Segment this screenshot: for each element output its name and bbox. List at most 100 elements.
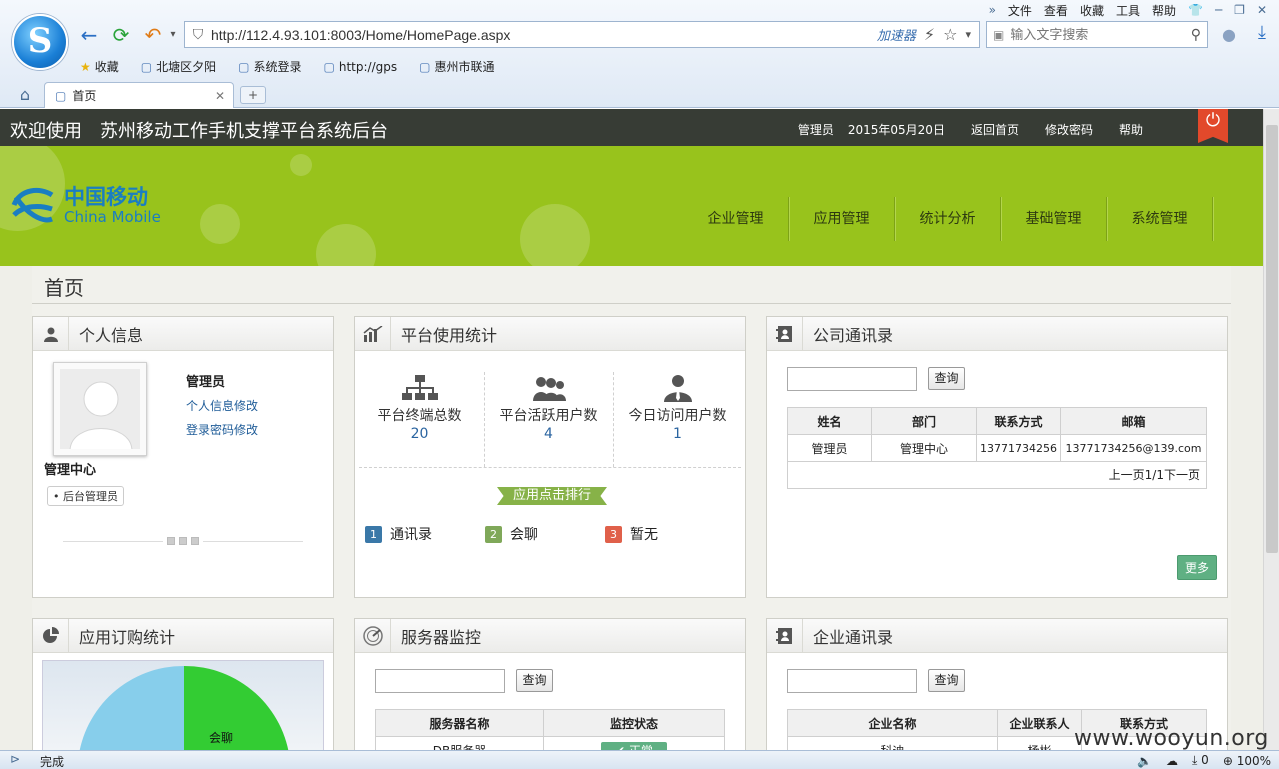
skin-icon[interactable]: 👕 [1188, 3, 1203, 17]
menu-favorites[interactable]: 收藏 [1080, 2, 1104, 19]
scrollbar-thumb[interactable] [1266, 125, 1278, 553]
company-contacts-query-button[interactable]: 查询 [928, 367, 965, 390]
panel-title: 平台使用统计 [401, 325, 498, 345]
subscription-pie-chart: 会聊 [42, 660, 324, 750]
menu-help[interactable]: 帮助 [1152, 2, 1176, 19]
close-tab-icon[interactable]: ✕ [215, 89, 225, 103]
panel-subscription-stats: 应用订购统计 会聊 [32, 618, 334, 750]
rank-item-1[interactable]: 1 通讯录 [365, 524, 432, 544]
china-mobile-logo-icon [11, 187, 54, 223]
server-query-button[interactable]: 查询 [516, 669, 553, 692]
menu-file[interactable]: 文件 [1008, 2, 1032, 19]
page-icon: ▢ [323, 59, 335, 74]
link-edit-login-password[interactable]: 登录密码修改 [186, 421, 258, 438]
stat-today-visitors: 今日访问用户数 1 [613, 373, 742, 442]
menu-tools[interactable]: 工具 [1116, 2, 1140, 19]
nav-statistics[interactable]: 统计分析 [895, 197, 1001, 241]
nav-system[interactable]: 系统管理 [1107, 197, 1213, 241]
user-icon [33, 317, 69, 350]
bookmark-item[interactable]: ▢ 北塘区夕阳 [141, 58, 216, 75]
browser-chrome: S » 文件 查看 收藏 工具 帮助 👕 ─ ❐ ✕ ← ⟳ ↶ ▾ ⛉ htt… [0, 0, 1279, 108]
panel-title: 应用订购统计 [79, 627, 176, 647]
zoom-level[interactable]: ⊕ 100% [1223, 754, 1271, 768]
download-count[interactable]: ⤓ 0 [1192, 753, 1209, 768]
home-icon[interactable]: ⌂ [14, 84, 36, 106]
current-user: 管理员 [797, 123, 834, 137]
table-row[interactable]: 管理员 管理中心 13771734256 13771734256@139.com [787, 434, 1207, 462]
browser-statusbar: ⊳ 完成 🔈 ☁ ⤓ 0 ⊕ 100% [0, 750, 1279, 769]
bookmarks-bar: ★ 收藏 ▢ 北塘区夕阳 ▢ 系统登录 ▢ http://gps ▢ 惠州市联通 [80, 58, 494, 75]
enterprise-search-input[interactable] [787, 669, 917, 693]
logout-power-icon[interactable]: ⏻ [1198, 109, 1228, 143]
volume-icon[interactable]: 🔈 [1137, 754, 1152, 768]
link-help[interactable]: 帮助 [1119, 121, 1143, 138]
default-avatar-icon [69, 381, 133, 449]
nav-basic[interactable]: 基础管理 [1001, 197, 1107, 241]
site-topbar: 欢迎使用 苏州移动工作手机支撑平台系统后台 管理员 2015年05月20日 返回… [0, 109, 1263, 146]
menu-expand-icon[interactable]: » [989, 3, 996, 17]
search-engine-icon[interactable]: ▣ [993, 28, 1004, 42]
download-icon[interactable]: ⤓ [1251, 22, 1273, 44]
panel-company-contacts: 公司通讯录 查询 姓名 部门 联系方式 邮箱 管理员 管理中心 13771734… [766, 316, 1228, 598]
pager-dot[interactable] [191, 537, 199, 545]
pie-label: 会聊 [209, 731, 234, 745]
more-button[interactable]: 更多 [1177, 555, 1217, 580]
rank-item-3[interactable]: 3 暂无 [605, 524, 658, 544]
pie-slice-huiliao [184, 665, 289, 750]
link-return-home[interactable]: 返回首页 [971, 121, 1019, 138]
bookmark-item[interactable]: ▢ 系统登录 [238, 58, 301, 75]
link-change-password[interactable]: 修改密码 [1045, 121, 1093, 138]
bookmark-item[interactable]: ▢ 惠州市联通 [419, 58, 494, 75]
lightning-icon[interactable]: ⚡ [924, 25, 935, 44]
stat-total-terminals: 平台终端总数 20 [355, 373, 484, 442]
address-dropdown-icon[interactable]: ▾ [965, 28, 971, 41]
sidebar-toggle-icon[interactable]: ⊳ [10, 752, 20, 766]
chart-icon [355, 317, 391, 350]
undo-icon[interactable]: ↶ [142, 24, 164, 46]
rank-item-2[interactable]: 2 会聊 [485, 524, 538, 544]
profile-name: 管理员 [186, 375, 226, 390]
page-viewport: 欢迎使用 苏州移动工作手机支撑平台系统后台 管理员 2015年05月20日 返回… [0, 109, 1263, 750]
user-suit-icon [613, 373, 742, 403]
company-contacts-pager[interactable]: 上一页1/1下一页 [787, 462, 1207, 489]
minimize-icon[interactable]: ─ [1215, 3, 1222, 17]
address-bar[interactable]: ⛉ http://112.4.93.101:8003/Home/HomePage… [184, 21, 980, 48]
radar-icon [355, 619, 391, 652]
logo-en: China Mobile [64, 208, 161, 226]
tab-homepage[interactable]: ▢ 首页 ✕ [44, 82, 234, 108]
bookmark-item[interactable]: ▢ http://gps [324, 60, 398, 74]
nav-enterprise[interactable]: 企业管理 [683, 197, 789, 241]
cloud-icon[interactable]: ☁ [1166, 754, 1178, 768]
server-search-input[interactable] [375, 669, 505, 693]
pie-slice-other [79, 665, 184, 750]
nav-applications[interactable]: 应用管理 [789, 197, 895, 241]
security-shield-icon: ⛉ [192, 26, 204, 43]
restore-icon[interactable]: ❐ [1234, 3, 1245, 17]
search-input[interactable] [1010, 27, 1191, 42]
current-date: 2015年05月20日 [847, 123, 945, 137]
table-row[interactable]: DB服务器 ✔ 正常 [375, 736, 725, 750]
company-contacts-search-input[interactable] [787, 367, 917, 391]
search-icon[interactable]: ⚲ [1191, 27, 1201, 43]
refresh-icon[interactable]: ⟳ [110, 24, 132, 46]
new-tab-button[interactable]: + [240, 86, 266, 104]
enterprise-query-button[interactable]: 查询 [928, 669, 965, 692]
bookmark-favorites[interactable]: ★ 收藏 [80, 58, 119, 75]
star-icon[interactable]: ☆ [943, 25, 957, 44]
close-window-icon[interactable]: ✕ [1257, 3, 1267, 17]
back-icon[interactable]: ← [78, 24, 100, 46]
more-options-icon[interactable]: ● [1218, 24, 1240, 46]
accelerator-button[interactable]: 加速器 [877, 25, 916, 44]
vertical-scrollbar[interactable] [1263, 109, 1279, 750]
server-table: 服务器名称 监控状态 DB服务器 ✔ 正常 [375, 709, 725, 750]
menu-view[interactable]: 查看 [1044, 2, 1068, 19]
undo-dropdown-icon[interactable]: ▾ [162, 24, 184, 46]
address-url[interactable]: http://112.4.93.101:8003/Home/HomePage.a… [211, 27, 877, 43]
org-tree-icon [355, 373, 484, 403]
link-edit-profile[interactable]: 个人信息修改 [186, 397, 258, 414]
browser-logo-icon: S [12, 14, 68, 70]
star-icon: ★ [80, 59, 91, 74]
search-box[interactable]: ▣ ⚲ [986, 21, 1208, 48]
pager-dot[interactable] [167, 537, 175, 545]
pager-dot[interactable] [179, 537, 187, 545]
